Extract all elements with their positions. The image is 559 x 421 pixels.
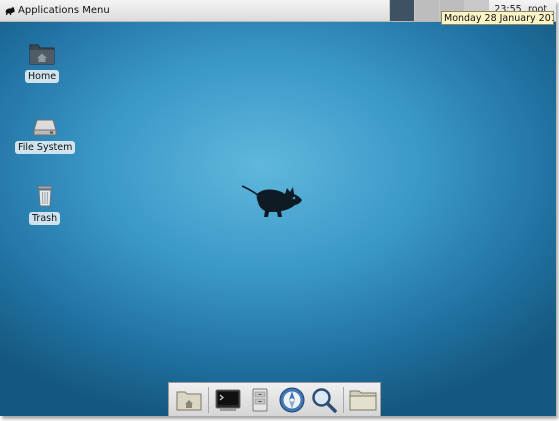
xfce-mouse-wallpaper-logo — [241, 185, 302, 217]
applications-menu-label: Applications Menu — [18, 5, 110, 16]
desktop-icon-file-system[interactable]: File System — [15, 114, 76, 154]
workspace-1[interactable] — [389, 0, 414, 21]
search-button[interactable] — [308, 385, 340, 415]
trash-icon — [37, 185, 52, 207]
desktop-icon-label: Home — [25, 70, 60, 83]
folder-button[interactable] — [347, 385, 379, 415]
clock-tooltip: Monday 28 January 2013 — [441, 11, 554, 25]
file-manager-icon — [252, 388, 268, 411]
workspace-2[interactable] — [414, 0, 439, 21]
terminal-button[interactable] — [212, 385, 244, 415]
terminal-icon — [215, 389, 241, 411]
desktop-icon-home[interactable]: Home — [25, 41, 60, 83]
folder-icon — [349, 390, 377, 410]
xfce-mouse-icon — [3, 6, 15, 16]
applications-menu-button[interactable]: Applications Menu — [0, 0, 114, 21]
desktop-icon-trash[interactable]: Trash — [29, 183, 61, 225]
dock-separator — [208, 386, 209, 413]
home-folder-icon — [29, 44, 55, 65]
show-desktop-icon — [176, 391, 202, 410]
dock-separator — [343, 386, 344, 413]
web-browser-icon — [279, 387, 305, 412]
show-desktop-button[interactable] — [173, 385, 205, 415]
file-manager-button[interactable] — [244, 385, 276, 415]
bottom-dock — [168, 382, 381, 416]
desktop-icon-label: File System — [15, 141, 76, 154]
drive-icon — [33, 119, 57, 136]
desktop[interactable]: Applications Menu 23:55 root Monday 28 J… — [0, 0, 556, 416]
desktop-icon-label: Trash — [29, 212, 61, 225]
search-icon — [312, 387, 337, 413]
web-browser-button[interactable] — [276, 385, 308, 415]
